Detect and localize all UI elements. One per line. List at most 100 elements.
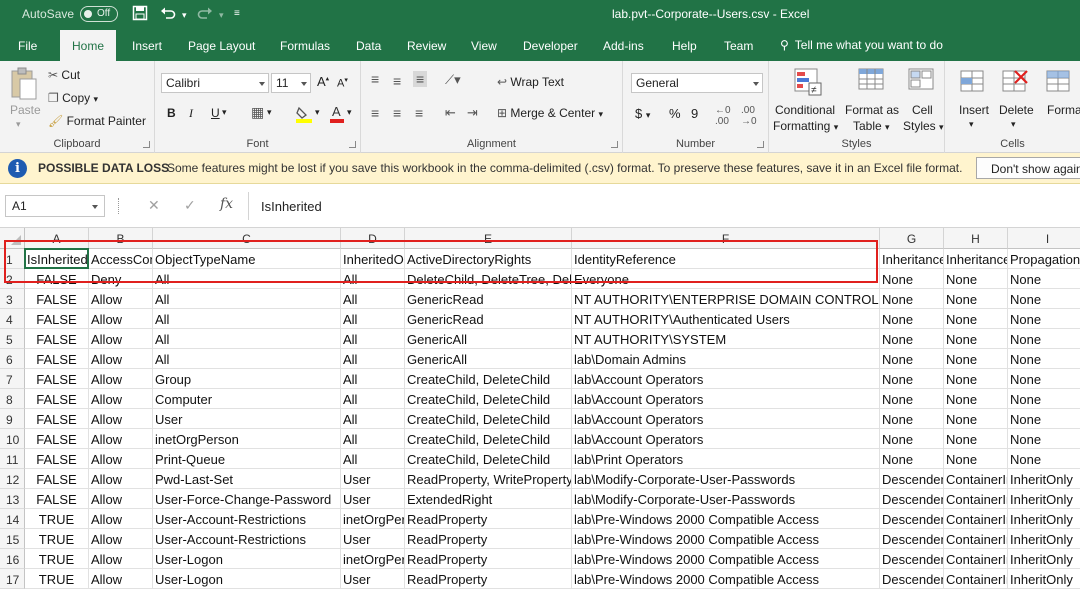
cell-g9[interactable]: None xyxy=(880,409,944,429)
align-left-icon[interactable]: ≡ xyxy=(371,105,379,121)
cell-d14[interactable]: inetOrgPerson xyxy=(341,509,405,529)
cell-g16[interactable]: Descendents xyxy=(880,549,944,569)
cell-i5[interactable]: None xyxy=(1008,329,1080,349)
decrease-font-icon[interactable]: A▾ xyxy=(337,76,348,90)
conditional-formatting-label[interactable]: Conditional xyxy=(775,103,835,117)
cell-d12[interactable]: User xyxy=(341,469,405,489)
cell-h8[interactable]: None xyxy=(944,389,1008,409)
column-header-a[interactable]: A xyxy=(25,228,89,249)
conditional-formatting-label-2[interactable]: Formatting ▾ xyxy=(773,119,838,133)
row-header[interactable]: 16 xyxy=(0,549,25,569)
cell-g14[interactable]: Descendents xyxy=(880,509,944,529)
font-size-select[interactable]: 11 xyxy=(271,73,311,93)
column-header-c[interactable]: C xyxy=(153,228,341,249)
cell-a10[interactable]: FALSE xyxy=(25,429,89,449)
conditional-formatting-icon[interactable]: ≠ xyxy=(793,67,823,100)
dont-show-again-button[interactable]: Don't show again xyxy=(976,157,1080,179)
cell-i16[interactable]: InheritOnly xyxy=(1008,549,1080,569)
row-header[interactable]: 2 xyxy=(0,269,25,289)
redo-icon[interactable] xyxy=(197,5,213,25)
cell-f1[interactable]: IdentityReference xyxy=(572,249,880,269)
format-as-table-label[interactable]: Format as xyxy=(845,103,899,117)
row-header[interactable]: 12 xyxy=(0,469,25,489)
borders-icon[interactable]: ▦ xyxy=(251,104,264,121)
alignment-launcher-icon[interactable] xyxy=(611,141,618,148)
cell-f13[interactable]: lab\Modify-Corporate-User-Passwords xyxy=(572,489,880,509)
cell-e15[interactable]: ReadProperty xyxy=(405,529,572,549)
cell-b5[interactable]: Allow xyxy=(89,329,153,349)
cell-b16[interactable]: Allow xyxy=(89,549,153,569)
comma-button[interactable]: 9 xyxy=(691,106,698,121)
format-cells-label[interactable]: Format xyxy=(1047,103,1080,117)
cell-f14[interactable]: lab\Pre-Windows 2000 Compatible Access xyxy=(572,509,880,529)
cell-e2[interactable]: DeleteChild, DeleteTree, Delete xyxy=(405,269,572,289)
cell-d9[interactable]: All xyxy=(341,409,405,429)
cell-f4[interactable]: NT AUTHORITY\Authenticated Users xyxy=(572,309,880,329)
bold-button[interactable]: B xyxy=(167,106,176,120)
cell-e5[interactable]: GenericAll xyxy=(405,329,572,349)
cell-a11[interactable]: FALSE xyxy=(25,449,89,469)
cell-i13[interactable]: InheritOnly xyxy=(1008,489,1080,509)
format-painter-button[interactable]: 🖌 Format Painter xyxy=(48,114,146,128)
cell-b10[interactable]: Allow xyxy=(89,429,153,449)
cell-h17[interactable]: ContainerInherit xyxy=(944,569,1008,589)
cell-b4[interactable]: Allow xyxy=(89,309,153,329)
cell-b11[interactable]: Allow xyxy=(89,449,153,469)
cell-i12[interactable]: InheritOnly xyxy=(1008,469,1080,489)
cell-d16[interactable]: inetOrgPerson xyxy=(341,549,405,569)
cell-i4[interactable]: None xyxy=(1008,309,1080,329)
cell-h15[interactable]: ContainerInherit xyxy=(944,529,1008,549)
column-header-i[interactable]: I xyxy=(1008,228,1080,249)
cell-h13[interactable]: ContainerInherit xyxy=(944,489,1008,509)
decrease-decimal-icon[interactable]: .00 →0 xyxy=(741,105,757,127)
cell-d4[interactable]: All xyxy=(341,309,405,329)
cell-c11[interactable]: Print-Queue xyxy=(153,449,341,469)
column-header-d[interactable]: D xyxy=(341,228,405,249)
cell-styles-label-2[interactable]: Styles ▾ xyxy=(903,119,944,133)
cell-i6[interactable]: None xyxy=(1008,349,1080,369)
cell-a16[interactable]: TRUE xyxy=(25,549,89,569)
fill-color-icon[interactable] xyxy=(295,105,313,126)
cell-g10[interactable]: None xyxy=(880,429,944,449)
cell-e12[interactable]: ReadProperty, WriteProperty xyxy=(405,469,572,489)
row-header[interactable]: 4 xyxy=(0,309,25,329)
cell-b1[interactable]: AccessControlType xyxy=(89,249,153,269)
cell-f12[interactable]: lab\Modify-Corporate-User-Passwords xyxy=(572,469,880,489)
cell-b7[interactable]: Allow xyxy=(89,369,153,389)
confirm-entry-icon[interactable]: ✓ xyxy=(184,197,196,214)
row-header[interactable]: 5 xyxy=(0,329,25,349)
copy-button[interactable]: ❐ Copy ▾ xyxy=(48,91,98,105)
cell-h3[interactable]: None xyxy=(944,289,1008,309)
cell-g12[interactable]: Descendents xyxy=(880,469,944,489)
cell-i8[interactable]: None xyxy=(1008,389,1080,409)
cell-e8[interactable]: CreateChild, DeleteChild xyxy=(405,389,572,409)
cell-h10[interactable]: None xyxy=(944,429,1008,449)
cell-c13[interactable]: User-Force-Change-Password xyxy=(153,489,341,509)
percent-button[interactable]: % xyxy=(669,106,681,121)
insert-cells-icon[interactable] xyxy=(959,67,987,100)
cell-f17[interactable]: lab\Pre-Windows 2000 Compatible Access xyxy=(572,569,880,589)
cut-button[interactable]: ✂ Cut xyxy=(48,68,80,82)
tab-review[interactable]: Review xyxy=(407,39,446,53)
cell-a14[interactable]: TRUE xyxy=(25,509,89,529)
cell-a2[interactable]: FALSE xyxy=(25,269,89,289)
top-align-icon[interactable]: ≡ xyxy=(371,71,379,87)
row-header[interactable]: 15 xyxy=(0,529,25,549)
cell-c14[interactable]: User-Account-Restrictions xyxy=(153,509,341,529)
cell-g15[interactable]: Descendents xyxy=(880,529,944,549)
cell-c16[interactable]: User-Logon xyxy=(153,549,341,569)
cell-e10[interactable]: CreateChild, DeleteChild xyxy=(405,429,572,449)
insert-function-icon[interactable]: fx xyxy=(220,196,233,212)
cell-c10[interactable]: inetOrgPerson xyxy=(153,429,341,449)
tab-data[interactable]: Data xyxy=(356,39,381,53)
tab-team[interactable]: Team xyxy=(724,39,753,53)
cell-e4[interactable]: GenericRead xyxy=(405,309,572,329)
autosave-toggle[interactable]: Off xyxy=(80,6,118,22)
cell-c2[interactable]: All xyxy=(153,269,341,289)
row-header[interactable]: 7 xyxy=(0,369,25,389)
cell-e13[interactable]: ExtendedRight xyxy=(405,489,572,509)
cell-g3[interactable]: None xyxy=(880,289,944,309)
cell-e14[interactable]: ReadProperty xyxy=(405,509,572,529)
cell-c1[interactable]: ObjectTypeName xyxy=(153,249,341,269)
cell-h6[interactable]: None xyxy=(944,349,1008,369)
